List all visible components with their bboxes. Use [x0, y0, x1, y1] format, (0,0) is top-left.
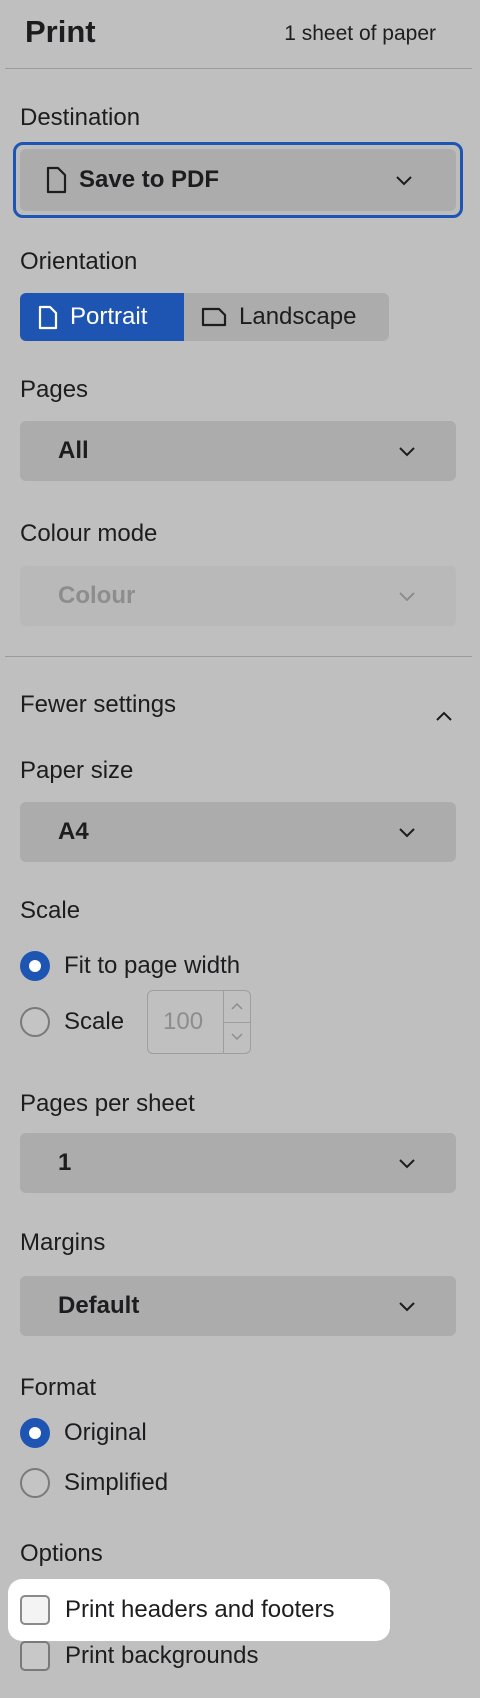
stepper-up-icon[interactable]	[231, 1002, 243, 1010]
page-title: Print	[25, 14, 96, 49]
custom-scale-label: Scale	[64, 1008, 125, 1035]
pages-per-sheet-select[interactable]: 1	[20, 1133, 456, 1193]
scale-value: 100	[163, 1008, 204, 1035]
sheet-count: 1 sheet of paper	[284, 22, 436, 45]
print-headers-footers-option[interactable]: Print headers and footers	[20, 1593, 335, 1627]
destination-select[interactable]: Save to PDF	[13, 142, 463, 218]
chevron-down-icon	[395, 174, 413, 186]
chevron-down-icon	[398, 1300, 416, 1312]
landscape-label: Landscape	[239, 303, 357, 330]
radio-selected[interactable]	[20, 951, 50, 981]
margins-value: Default	[58, 1292, 140, 1319]
checkbox[interactable]	[20, 1641, 50, 1671]
format-original-label: Original	[64, 1419, 147, 1446]
pages-select[interactable]: All	[20, 421, 456, 481]
divider	[5, 656, 472, 657]
format-original-option[interactable]: Original	[20, 1416, 147, 1450]
pages-label: Pages	[20, 376, 89, 403]
pages-per-sheet-label: Pages per sheet	[20, 1090, 195, 1117]
landscape-icon	[201, 307, 227, 327]
chevron-down-icon	[398, 826, 416, 838]
portrait-icon	[38, 305, 58, 329]
format-label: Format	[20, 1374, 97, 1401]
colour-mode-value: Colour	[58, 582, 136, 609]
destination-value: Save to PDF	[79, 166, 220, 193]
scale-label: Scale	[20, 897, 81, 924]
paper-size-label: Paper size	[20, 757, 134, 784]
stepper-down-icon[interactable]	[231, 1033, 243, 1041]
pages-value: All	[58, 437, 89, 464]
fewer-settings-toggle[interactable]: Fewer settings	[20, 691, 456, 725]
chevron-down-icon	[398, 445, 416, 457]
chevron-down-icon	[398, 590, 416, 602]
colour-mode-label: Colour mode	[20, 520, 158, 547]
checkbox[interactable]	[20, 1595, 50, 1625]
options-label: Options	[20, 1540, 103, 1567]
format-simplified-option[interactable]: Simplified	[20, 1466, 168, 1500]
divider	[5, 68, 472, 69]
pages-per-sheet-value: 1	[58, 1149, 72, 1176]
stepper-arrows[interactable]	[223, 991, 250, 1053]
scale-stepper[interactable]: 100	[147, 990, 251, 1054]
fit-to-page-width-label: Fit to page width	[64, 952, 241, 979]
format-simplified-label: Simplified	[64, 1469, 169, 1496]
portrait-label: Portrait	[70, 303, 148, 330]
print-backgrounds-label: Print backgrounds	[65, 1642, 259, 1669]
chevron-down-icon	[398, 1157, 416, 1169]
radio-unselected[interactable]	[20, 1007, 50, 1037]
fewer-settings-label: Fewer settings	[20, 691, 177, 718]
radio-selected[interactable]	[20, 1418, 50, 1448]
margins-select[interactable]: Default	[20, 1276, 456, 1336]
custom-scale-option[interactable]: Scale	[20, 1005, 124, 1039]
margins-label: Margins	[20, 1229, 106, 1256]
destination-label: Destination	[20, 104, 141, 131]
fit-to-page-width-option[interactable]: Fit to page width	[20, 949, 240, 983]
orientation-label: Orientation	[20, 248, 138, 275]
document-icon	[45, 166, 67, 199]
portrait-button[interactable]: Portrait	[20, 293, 184, 341]
print-header: Print 1 sheet of paper	[0, 0, 480, 68]
print-backgrounds-option[interactable]: Print backgrounds	[20, 1639, 258, 1673]
chevron-up-icon	[435, 701, 453, 721]
print-headers-footers-label: Print headers and footers	[65, 1596, 335, 1623]
paper-size-select[interactable]: A4	[20, 802, 456, 862]
colour-mode-select: Colour	[20, 566, 456, 626]
orientation-toggle: Portrait Landscape	[20, 293, 389, 341]
radio-unselected[interactable]	[20, 1468, 50, 1498]
landscape-button[interactable]: Landscape	[184, 293, 389, 341]
paper-size-value: A4	[58, 818, 89, 845]
